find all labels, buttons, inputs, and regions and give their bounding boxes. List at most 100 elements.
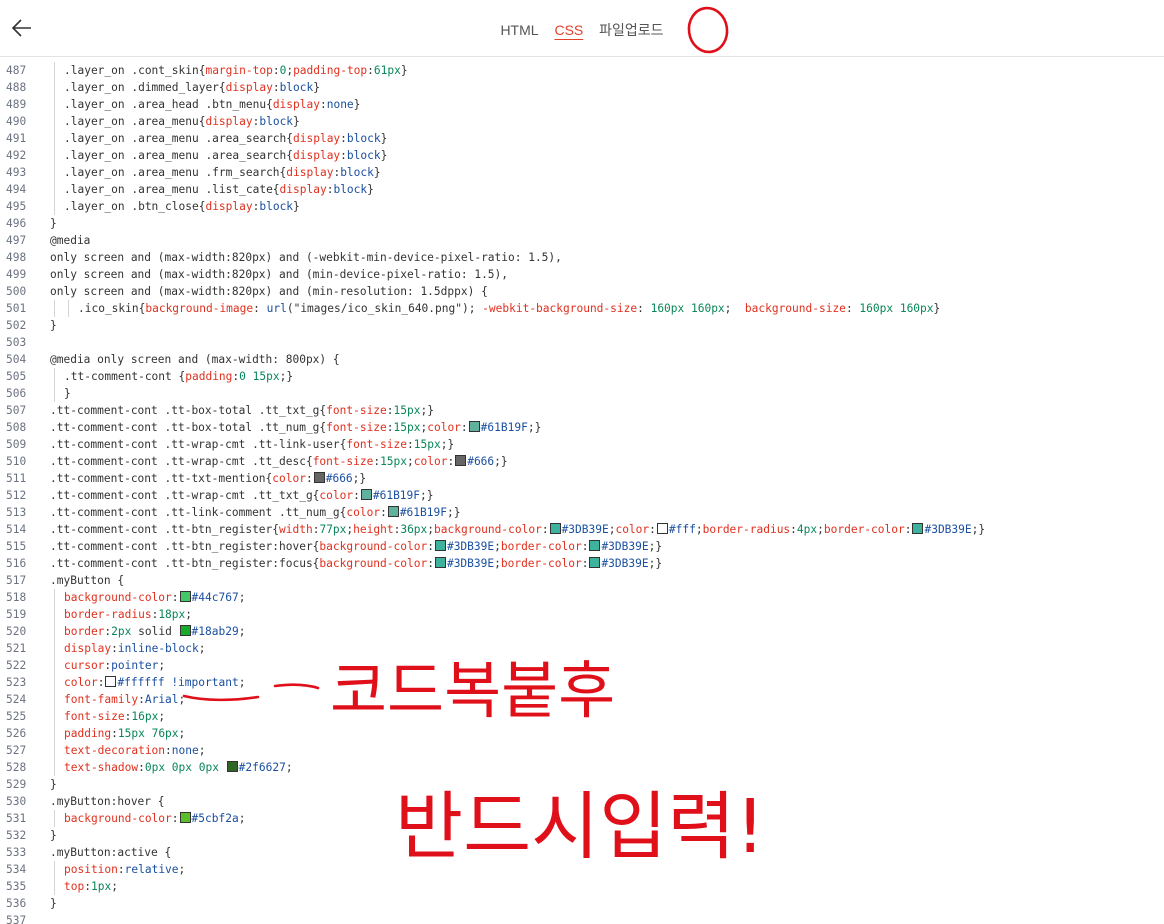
indent-guide: [54, 623, 55, 640]
code-token: ;: [238, 812, 246, 825]
code-token: .layer_on .btn_close{: [64, 200, 206, 213]
code-token: ;: [238, 625, 246, 638]
code-token: .layer_on .dimmed_layer{: [64, 81, 226, 94]
code-token: 77px: [319, 523, 347, 536]
indent-guide: [54, 878, 55, 895]
indent-guide: [54, 368, 55, 385]
line-number: 500: [6, 285, 27, 298]
indent-guide: [54, 674, 55, 691]
code-text: cursor:pointer;: [64, 657, 165, 674]
code-token: ;: [494, 557, 501, 570]
code-token: pointer: [111, 659, 159, 672]
indent-guide: [54, 606, 55, 623]
color-swatch: [387, 506, 399, 517]
color-swatch: [179, 625, 191, 636]
code-token: :: [386, 421, 394, 434]
tab-html[interactable]: HTML: [500, 22, 538, 38]
indent-guide: [54, 113, 55, 130]
code-token: :: [581, 540, 589, 553]
line-number: 503: [6, 336, 27, 349]
color-swatch: [434, 540, 446, 551]
code-token: only screen and (max-width:820px) and (m…: [50, 285, 488, 298]
line-number: 532: [6, 829, 27, 842]
line-number: 533: [6, 846, 27, 859]
indent-guide: [54, 691, 55, 708]
line-number: 510: [6, 455, 27, 468]
code-token: #3DB39E: [446, 557, 495, 570]
tab-css[interactable]: CSS: [554, 22, 583, 38]
line-number: 517: [6, 574, 27, 587]
indent-guide: [68, 300, 69, 317]
code-text: .tt-comment-cont .tt-link-comment .tt_nu…: [50, 504, 460, 521]
code-token: color: [346, 506, 381, 519]
code-token: block: [346, 132, 381, 145]
code-token: color: [272, 472, 306, 485]
code-text: text-decoration:none;: [64, 742, 206, 759]
code-token: ;}: [527, 421, 542, 434]
code-token: #ffffff !important: [117, 676, 239, 689]
tab-file-upload[interactable]: 파일업로드: [599, 20, 663, 40]
line-number: 502: [6, 319, 27, 332]
code-token: }: [380, 149, 388, 162]
code-token: padding: [64, 727, 112, 740]
color-swatch: [179, 591, 191, 602]
code-token: ;}: [446, 506, 461, 519]
code-text: only screen and (max-width:820px) and (m…: [50, 283, 488, 300]
code-token: }: [353, 98, 361, 111]
code-token: }: [293, 200, 300, 213]
code-token: text-shadow: [64, 761, 139, 774]
code-token: inline-block: [117, 642, 199, 655]
code-token: ;: [111, 880, 118, 893]
code-token: .layer_on .area_menu .frm_search{: [64, 166, 287, 179]
code-token: 2px: [111, 625, 132, 638]
code-token: ;: [285, 761, 293, 774]
code-token: border: [64, 625, 105, 638]
code-token: ;: [185, 608, 193, 621]
line-number: 519: [6, 608, 27, 621]
code-text: position:relative;: [64, 861, 185, 878]
code-token: :: [649, 523, 656, 536]
indent-guide: [54, 742, 55, 759]
code-token: :: [380, 506, 387, 519]
code-text: .tt-comment-cont .tt-box-total .tt_txt_g…: [50, 402, 434, 419]
code-token: #666: [467, 455, 495, 468]
code-token: #5cbf2a: [191, 812, 239, 825]
indent-guide: [54, 861, 55, 878]
line-number: 534: [6, 863, 27, 876]
code-token: #18ab29: [191, 625, 239, 638]
code-token: ;}: [420, 489, 434, 502]
code-token: :: [171, 591, 179, 604]
code-token: background-color: [64, 812, 172, 825]
code-token: :: [138, 693, 145, 706]
code-token: :: [97, 676, 105, 689]
code-token: block: [346, 149, 381, 162]
color-swatch: [589, 557, 601, 568]
code-token: relative: [124, 863, 179, 876]
line-number: 516: [6, 557, 27, 570]
code-text: .ico_skin{background-image: url("images/…: [78, 300, 940, 317]
line-number: 497: [6, 234, 27, 247]
code-token: font-size: [326, 404, 387, 417]
code-token: :: [460, 421, 468, 434]
code-token: :: [637, 302, 651, 315]
code-text: @media only screen and (max-width: 800px…: [50, 351, 340, 368]
css-code-editor[interactable]: 487 .layer_on .cont_skin{margin-top:0;pad…: [0, 57, 1164, 924]
code-token: display: [64, 642, 112, 655]
code-token: padding-top: [293, 64, 368, 77]
code-token: border-color: [500, 540, 582, 553]
code-text: .layer_on .area_menu{display:block}: [64, 113, 300, 130]
code-token: }: [50, 778, 57, 791]
code-text: }: [50, 215, 57, 232]
color-swatch: [589, 540, 601, 551]
code-token: .layer_on .area_menu .area_search{: [64, 149, 294, 162]
code-token: background-color: [64, 591, 172, 604]
code-token: cursor: [64, 659, 105, 672]
code-token: ;}: [971, 523, 986, 536]
code-token: }: [293, 115, 300, 128]
code-token: 61px: [373, 64, 401, 77]
code-text: font-size:16px;: [64, 708, 165, 725]
code-text: .layer_on .dimmed_layer{display:block}: [64, 79, 320, 96]
code-token: font-size: [64, 710, 125, 723]
code-token: .tt-comment-cont .tt-btn_register:focus{: [50, 557, 320, 570]
code-token: solid: [131, 625, 179, 638]
